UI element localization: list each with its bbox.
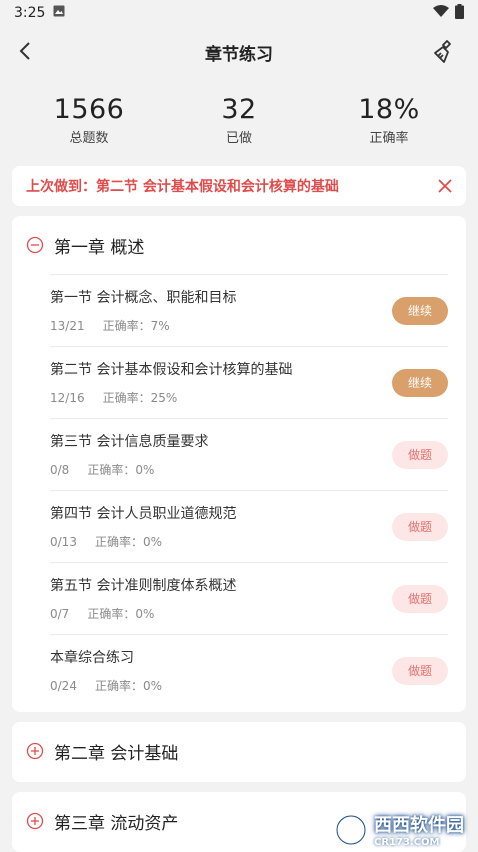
chapter-header-2[interactable]: 第二章 会计基础 bbox=[12, 722, 466, 780]
section-title: 第二节 会计基本假设和会计核算的基础 bbox=[50, 362, 293, 378]
close-icon bbox=[438, 179, 452, 193]
section-title: 第五节 会计准则制度体系概述 bbox=[50, 578, 237, 594]
logo-c-icon bbox=[334, 813, 368, 846]
stat-total-value: 1566 bbox=[53, 94, 125, 125]
stat-accuracy-label: 正确率 bbox=[369, 131, 409, 146]
watermark-sub-text: CR173.COM bbox=[374, 837, 440, 848]
continue-button[interactable]: 继续 bbox=[392, 296, 448, 325]
section-row[interactable]: 第二节 会计基本假设和会计核算的基础 12/16 正确率：25% 继续 bbox=[50, 346, 448, 418]
back-button[interactable] bbox=[10, 36, 40, 66]
continue-button[interactable]: 继续 bbox=[392, 368, 448, 397]
section-row[interactable]: 第五节 会计准则制度体系概述 0/7 正确率：0% 做题 bbox=[50, 562, 448, 634]
chapter-title: 第三章 流动资产 bbox=[54, 813, 179, 834]
status-time: 3:25 bbox=[14, 5, 46, 21]
battery-icon bbox=[455, 3, 464, 23]
start-practice-button[interactable]: 做题 bbox=[392, 440, 448, 469]
stat-done: 32 已做 bbox=[169, 94, 309, 146]
clear-record-button[interactable] bbox=[432, 38, 460, 66]
section-progress: 12/16 bbox=[50, 391, 85, 405]
collapse-icon bbox=[26, 236, 44, 254]
last-progress-text: 上次做到：第二节 会计基本假设和会计核算的基础 bbox=[26, 179, 339, 195]
image-notification-icon bbox=[53, 5, 65, 21]
section-title: 第四节 会计人员职业道德规范 bbox=[50, 506, 237, 522]
section-title: 第三节 会计信息质量要求 bbox=[50, 434, 209, 450]
section-progress: 13/21 bbox=[50, 319, 85, 333]
section-title: 本章综合练习 bbox=[50, 650, 134, 666]
start-practice-button[interactable]: 做题 bbox=[392, 512, 448, 541]
start-practice-button[interactable]: 做题 bbox=[392, 656, 448, 685]
broom-icon bbox=[434, 40, 451, 63]
watermark-main-text: 西西软件园 bbox=[374, 815, 464, 836]
section-progress: 0/13 bbox=[50, 535, 77, 549]
start-practice-button[interactable]: 做题 bbox=[392, 584, 448, 613]
watermark-logo: 西西软件园 CR173.COM bbox=[334, 811, 464, 848]
section-progress: 0/7 bbox=[50, 607, 70, 621]
section-row[interactable]: 第三节 会计信息质量要求 0/8 正确率：0% 做题 bbox=[50, 418, 448, 490]
stat-done-value: 32 bbox=[221, 94, 257, 125]
section-progress: 0/24 bbox=[50, 679, 77, 693]
stat-total: 1566 总题数 bbox=[19, 94, 159, 146]
chapter-card-1: 第一章 概述 第一节 会计概念、职能和目标 13/21 正确率：7% 继续 第二节… bbox=[12, 216, 466, 712]
status-bar: 3:25 bbox=[0, 0, 478, 26]
section-row[interactable]: 第一节 会计概念、职能和目标 13/21 正确率：7% 继续 bbox=[50, 274, 448, 346]
wifi-icon bbox=[433, 5, 449, 21]
section-list: 第一节 会计概念、职能和目标 13/21 正确率：7% 继续 第二节 会计基本假设… bbox=[12, 274, 466, 712]
section-title: 第一节 会计概念、职能和目标 bbox=[50, 290, 237, 306]
section-progress: 0/8 bbox=[50, 463, 70, 477]
page-title: 章节练习 bbox=[205, 44, 273, 65]
chevron-left-icon bbox=[19, 42, 30, 60]
section-accuracy: 正确率：0% bbox=[87, 607, 155, 621]
stat-done-label: 已做 bbox=[225, 131, 252, 146]
section-row[interactable]: 第四节 会计人员职业道德规范 0/13 正确率：0% 做题 bbox=[50, 490, 448, 562]
section-accuracy: 正确率：25% bbox=[102, 391, 178, 405]
chapter-title: 第二章 会计基础 bbox=[54, 743, 179, 764]
stats-panel: 1566 总题数 32 已做 18% 正确率 bbox=[0, 78, 478, 154]
chapter-title: 第一章 概述 bbox=[54, 237, 145, 258]
close-banner-button[interactable] bbox=[436, 177, 454, 195]
stat-accuracy: 18% 正确率 bbox=[319, 94, 459, 146]
section-accuracy: 正确率：7% bbox=[102, 319, 170, 333]
expand-icon bbox=[26, 812, 44, 830]
section-accuracy: 正确率：0% bbox=[87, 463, 155, 477]
last-progress-banner[interactable]: 上次做到：第二节 会计基本假设和会计核算的基础 bbox=[12, 166, 466, 206]
app-bar: 章节练习 bbox=[0, 26, 478, 78]
stat-total-label: 总题数 bbox=[69, 131, 109, 146]
chapter-header-1[interactable]: 第一章 概述 bbox=[12, 216, 466, 274]
section-accuracy: 正确率：0% bbox=[94, 679, 162, 693]
expand-icon bbox=[26, 742, 44, 760]
section-accuracy: 正确率：0% bbox=[94, 535, 162, 549]
chapter-card-2: 第二章 会计基础 bbox=[12, 722, 466, 782]
stat-accuracy-value: 18% bbox=[358, 94, 420, 125]
section-row[interactable]: 本章综合练习 0/24 正确率：0% 做题 bbox=[50, 634, 448, 706]
